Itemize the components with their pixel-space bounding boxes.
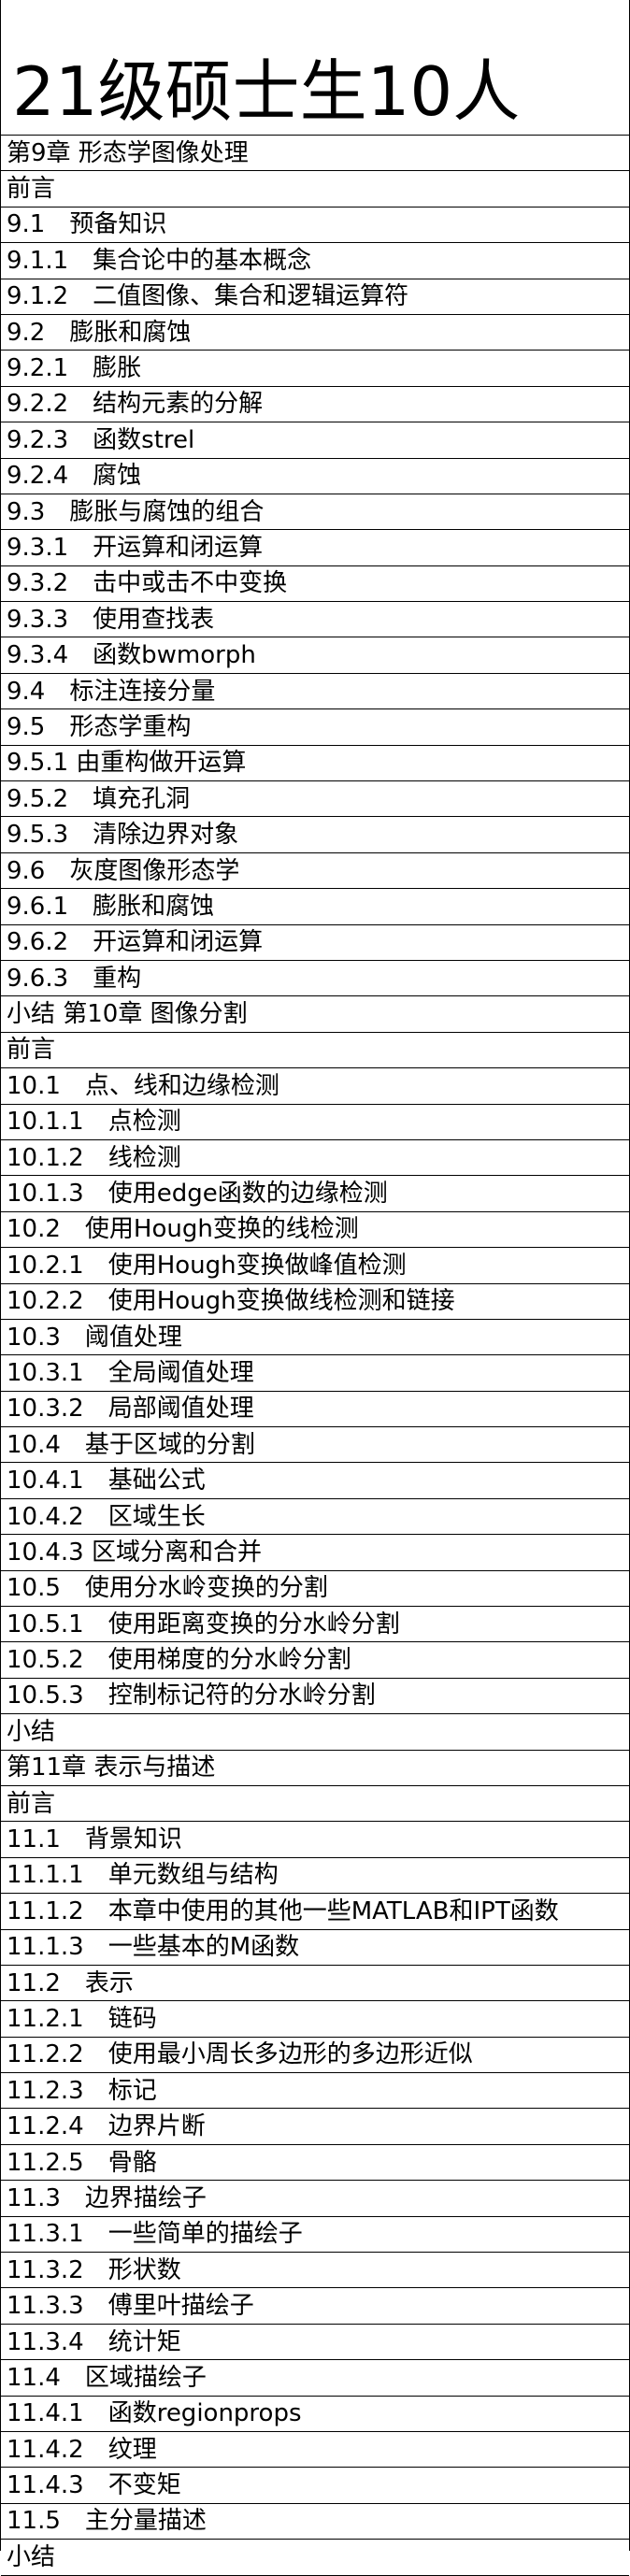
table-row[interactable]: 10.2.2 使用Hough变换做线检测和链接 — [1, 1284, 629, 1320]
table-row[interactable]: 11.3.4 统计矩 — [1, 2325, 629, 2361]
table-row[interactable]: 11.2 表示 — [1, 1966, 629, 2002]
table-row[interactable]: 11.3.1 一些简单的描绘子 — [1, 2217, 629, 2254]
table-row[interactable]: 11.1.1 单元数组与结构 — [1, 1858, 629, 1895]
table-row[interactable]: 9.6.1 膨胀和腐蚀 — [1, 889, 629, 925]
table-row[interactable]: 9.5.1 由重构做开运算 — [1, 746, 629, 782]
table-row[interactable]: 10.5.1 使用距离变换的分水岭分割 — [1, 1607, 629, 1643]
table-row[interactable]: 9.3.2 击中或击不中变换 — [1, 566, 629, 603]
table-row[interactable]: 11.4.1 函数regionprops — [1, 2397, 629, 2432]
table-row[interactable]: 前言 — [1, 1033, 629, 1069]
table-row[interactable]: 9.6 灰度图像形态学 — [1, 853, 629, 890]
title-text: 21级硕士生10人 — [12, 52, 521, 131]
table-row[interactable]: 第9章 形态学图像处理 — [1, 136, 629, 172]
table-row[interactable]: 小结 — [1, 1714, 629, 1751]
table-row[interactable]: 前言 — [1, 1786, 629, 1823]
table-row[interactable]: 11.2.2 使用最小周长多边形的多边形近似 — [1, 2038, 629, 2074]
table-row[interactable]: 9.2.2 结构元素的分解 — [1, 387, 629, 423]
table-row[interactable]: 10.5.3 控制标记符的分水岭分割 — [1, 1679, 629, 1715]
table-row[interactable]: 9.1 预备知识 — [1, 208, 629, 244]
table-row[interactable]: 9.5.3 清除边界对象 — [1, 817, 629, 853]
table-row[interactable]: 10.5 使用分水岭变换的分割 — [1, 1571, 629, 1608]
table-row[interactable]: 小结 第10章 图像分割 — [1, 996, 629, 1033]
table-row[interactable]: 11.3.2 形状数 — [1, 2253, 629, 2289]
table-row[interactable]: 9.5.2 填充孔洞 — [1, 781, 629, 818]
table-row[interactable]: 9.3.4 函数bwmorph — [1, 637, 629, 674]
table-row[interactable]: 11.4 区域描绘子 — [1, 2360, 629, 2397]
table-row[interactable]: 9.5 形态学重构 — [1, 709, 629, 746]
table-row[interactable]: 11.2.4 边界片断 — [1, 2109, 629, 2145]
table-row[interactable]: 10.2.1 使用Hough变换做峰值检测 — [1, 1248, 629, 1284]
table-row[interactable]: 10.1.1 点检测 — [1, 1105, 629, 1140]
table-row[interactable]: 9.1.2 二值图像、集合和逻辑运算符 — [1, 279, 629, 315]
spreadsheet: 21级硕士生10人 第9章 形态学图像处理 前言 9.1 预备知识 9.1.1 集合论… — [0, 0, 630, 2576]
table-row[interactable]: 11.2.1 链码 — [1, 2001, 629, 2038]
table-row[interactable]: 前言 — [1, 171, 629, 208]
table-row[interactable]: 10.5.2 使用梯度的分水岭分割 — [1, 1642, 629, 1679]
table-row[interactable]: 11.4.3 不变矩 — [1, 2468, 629, 2504]
row-list: 第9章 形态学图像处理 前言 9.1 预备知识 9.1.1 集合论中的基本概念 9.1.… — [1, 136, 629, 2576]
table-row[interactable]: 11.1 背景知识 — [1, 1822, 629, 1858]
table-row[interactable]: 10.1.3 使用edge函数的边缘检测 — [1, 1176, 629, 1212]
table-row[interactable]: 11.1.3 一些基本的M函数 — [1, 1930, 629, 1966]
table-row[interactable]: 9.2.3 函数strel — [1, 422, 629, 459]
table-row[interactable]: 10.1 点、线和边缘检测 — [1, 1068, 629, 1105]
table-row[interactable]: 11.4.2 纹理 — [1, 2432, 629, 2469]
table-row[interactable]: 10.1.2 线检测 — [1, 1140, 629, 1177]
table-row[interactable]: 小结 — [1, 2540, 629, 2576]
title-cell[interactable]: 21级硕士生10人 — [1, 0, 629, 136]
table-row[interactable]: 9.6.2 开运算和闭运算 — [1, 925, 629, 961]
table-row[interactable]: 10.4.3 区域分离和合并 — [1, 1535, 629, 1571]
table-row[interactable]: 10.3 阈值处理 — [1, 1320, 629, 1356]
table-row[interactable]: 10.3.1 全局阈值处理 — [1, 1355, 629, 1392]
table-row[interactable]: 11.5 主分量描述 — [1, 2504, 629, 2540]
table-row[interactable]: 10.3.2 局部阈值处理 — [1, 1392, 629, 1428]
table-row[interactable]: 10.4 基于区域的分割 — [1, 1427, 629, 1464]
table-row[interactable]: 第11章 表示与描述 — [1, 1751, 629, 1786]
table-row[interactable]: 9.2.4 腐蚀 — [1, 459, 629, 494]
table-row[interactable]: 10.4.2 区域生长 — [1, 1499, 629, 1536]
table-row[interactable]: 9.3.1 开运算和闭运算 — [1, 530, 629, 566]
table-row[interactable]: 11.2.3 标记 — [1, 2073, 629, 2110]
table-row[interactable]: 9.1.1 集合论中的基本概念 — [1, 243, 629, 279]
table-row[interactable]: 9.3.3 使用查找表 — [1, 602, 629, 638]
table-row[interactable]: 9.4 标注连接分量 — [1, 674, 629, 710]
table-row[interactable]: 11.3.3 傅里叶描绘子 — [1, 2288, 629, 2325]
table-row[interactable]: 11.2.5 骨骼 — [1, 2145, 629, 2182]
table-row[interactable]: 9.2 膨胀和腐蚀 — [1, 315, 629, 351]
table-row[interactable]: 10.4.1 基础公式 — [1, 1463, 629, 1499]
table-row[interactable]: 11.1.2 本章中使用的其他一些MATLAB和IPT函数 — [1, 1894, 629, 1930]
table-row[interactable]: 9.6.3 重构 — [1, 961, 629, 997]
table-row[interactable]: 9.3 膨胀与腐蚀的组合 — [1, 494, 629, 531]
table-row[interactable]: 10.2 使用Hough变换的线检测 — [1, 1212, 629, 1249]
table-row[interactable]: 9.2.1 膨胀 — [1, 351, 629, 387]
table-row[interactable]: 11.3 边界描绘子 — [1, 2181, 629, 2217]
